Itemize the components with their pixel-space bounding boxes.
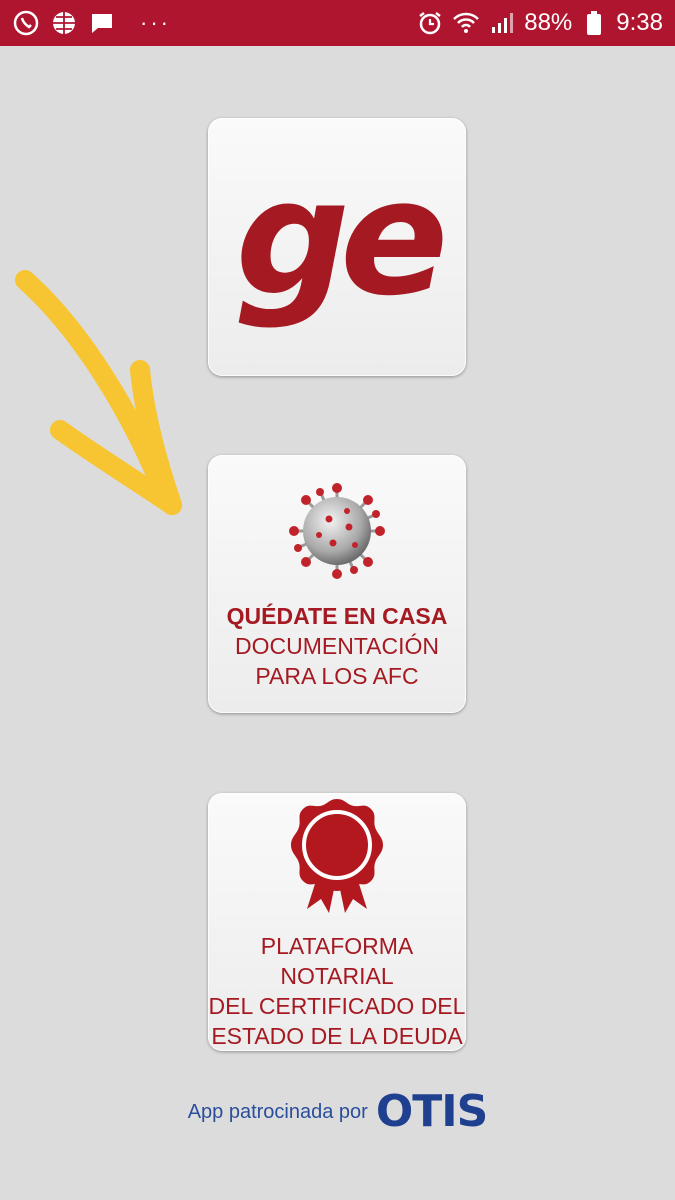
plataforma-notarial-tile[interactable]: PLATAFORMA NOTARIAL DEL CERTIFICADO DEL … [208,793,466,1051]
sponsor-text: App patrocinada por [187,1100,368,1123]
alarm-icon [416,9,444,37]
message-icon [88,9,116,37]
quedate-en-casa-title: QUÉDATE EN CASA [226,603,448,629]
quedate-en-casa-tile[interactable]: QUÉDATE EN CASA DOCUMENTACIÓN PARA LOS A… [208,455,466,713]
battery-icon [580,9,608,37]
battery-percent: 88% [524,9,573,36]
signal-icon [488,9,516,37]
wifi-icon [452,9,480,37]
coronavirus-icon [289,483,385,579]
status-bar: ··· 88% 9:38 [0,0,675,46]
more-dots-icon: ··· [140,10,171,35]
documentacion-text: DOCUMENTACIÓN [234,633,439,659]
ge-app-tile[interactable]: ge [208,118,466,376]
quedate-en-casa-label: QUÉDATE EN CASA DOCUMENTACIÓN PARA LOS A… [227,601,448,691]
plataforma-notarial-line3: ESTADO DE LA DEUDA [211,1023,463,1049]
whatsapp-icon [12,9,40,37]
plataforma-notarial-line1: PLATAFORMA NOTARIAL [260,933,414,989]
sponsor-footer: App patrocinada por OTIS [0,1090,675,1134]
annotation-arrow-icon [15,270,182,515]
ge-logo: ge [235,144,448,331]
para-los-afc-text: PARA LOS AFC [255,663,419,689]
clock: 9:38 [616,9,663,36]
globe-icon [50,9,78,37]
otis-logo: OTIS [375,1086,488,1137]
plataforma-notarial-label: PLATAFORMA NOTARIAL DEL CERTIFICADO DEL … [208,931,466,1051]
plataforma-notarial-line2: DEL CERTIFICADO DEL [208,993,466,1019]
seal-ribbon-icon [291,799,383,913]
